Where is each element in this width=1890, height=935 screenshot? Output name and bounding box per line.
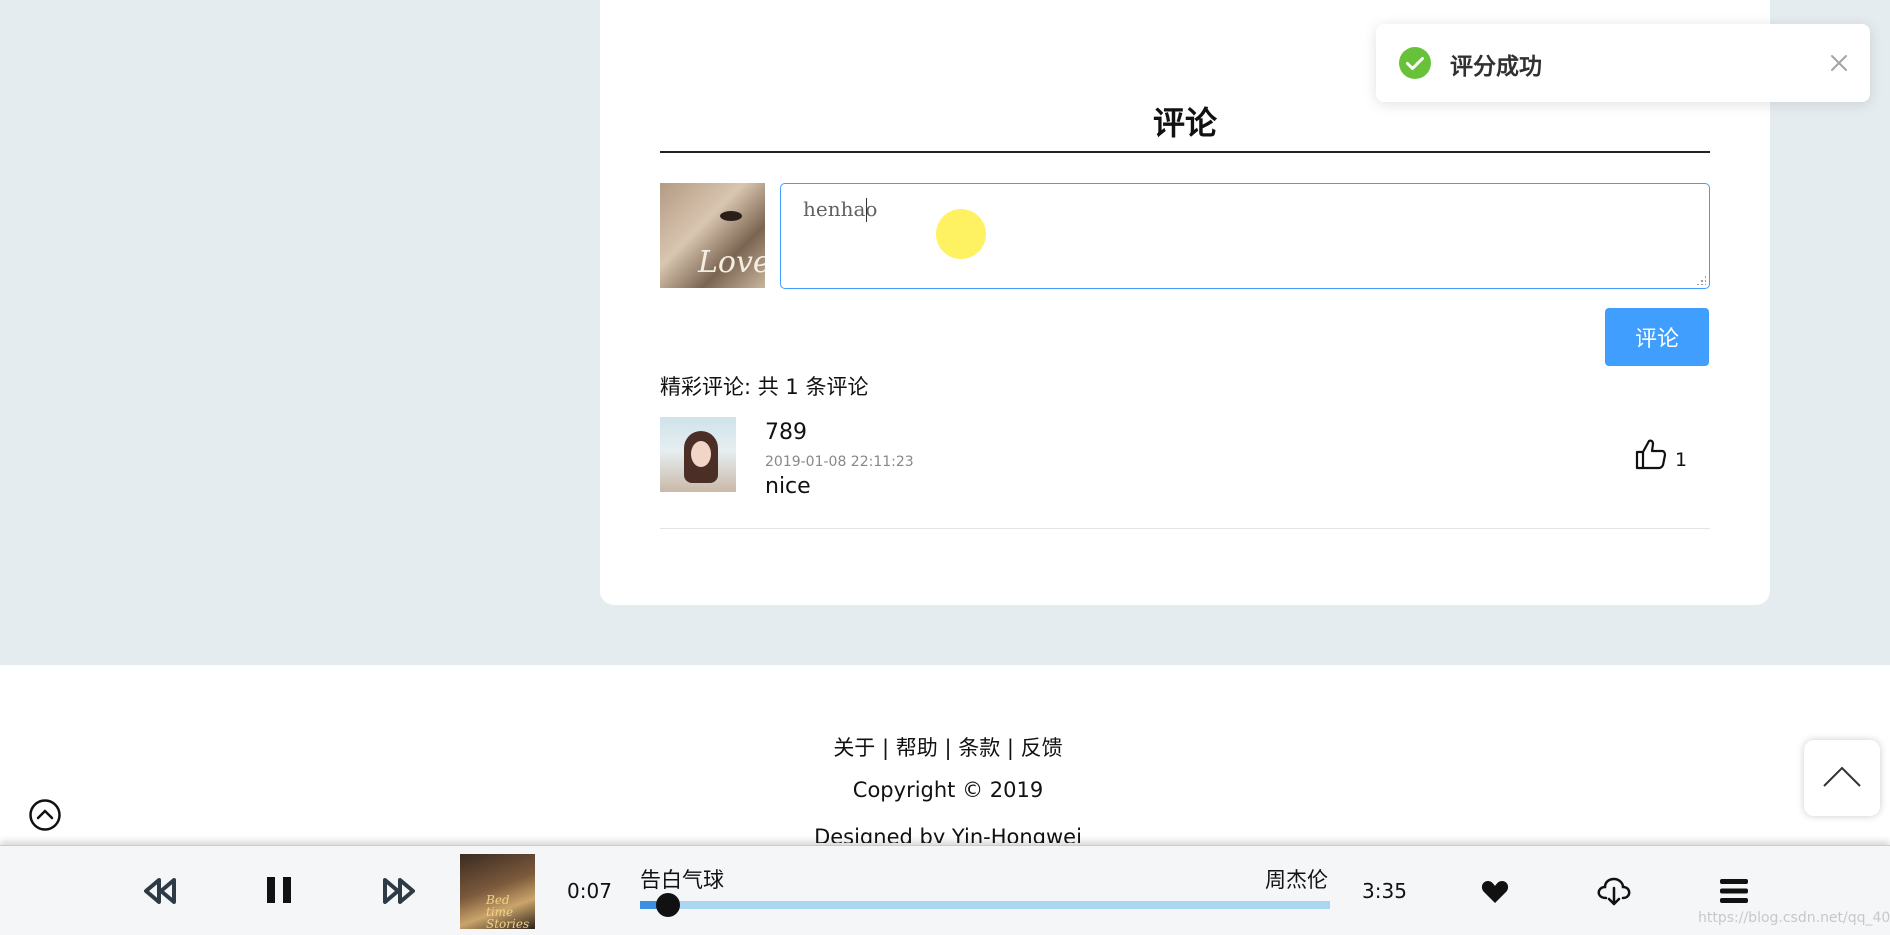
success-toast: 评分成功 xyxy=(1376,24,1870,102)
comment-text: nice xyxy=(765,474,811,499)
footer-separator: | xyxy=(1006,736,1014,760)
next-track-icon[interactable] xyxy=(381,876,417,906)
footer-link-feedback[interactable]: 反馈 xyxy=(1021,736,1063,760)
song-title: 告白气球 xyxy=(640,868,724,892)
mouse-cursor-highlight xyxy=(936,209,986,259)
comment-username: 789 xyxy=(765,420,807,445)
chevron-up-icon xyxy=(1823,766,1861,787)
thumbs-up-icon[interactable] xyxy=(1634,437,1668,471)
like-count: 1 xyxy=(1675,449,1688,471)
title-divider xyxy=(660,151,1710,153)
current-user-avatar: Love xyxy=(660,183,765,288)
watermark-text: https://blog.csdn.net/qq_40986783 xyxy=(1698,910,1890,926)
previous-track-icon[interactable] xyxy=(142,876,178,906)
comment-timestamp: 2019-01-08 22:11:23 xyxy=(765,454,914,470)
download-icon[interactable] xyxy=(1597,876,1631,906)
footer-separator: | xyxy=(944,736,952,760)
close-icon[interactable] xyxy=(1827,51,1851,75)
comment-input[interactable] xyxy=(780,183,1710,289)
footer-links: 关于 | 帮助 | 条款 | 反馈 xyxy=(0,732,1890,762)
music-player-bar: Bed time Stories 0:07 告白气球 周杰伦 3:35 http… xyxy=(0,845,1890,935)
copyright-text: Copyright © 2019 xyxy=(852,778,1044,802)
footer-link-help[interactable]: 帮助 xyxy=(896,736,938,760)
comment-section-title: 评论 xyxy=(1152,104,1217,142)
pause-icon[interactable] xyxy=(264,874,294,906)
progress-bar[interactable] xyxy=(640,893,1330,917)
text-caret xyxy=(866,198,867,222)
footer-link-terms[interactable]: 条款 xyxy=(958,736,1000,760)
footer-separator: | xyxy=(882,736,890,760)
comment-count: 精彩评论: 共 1 条评论 xyxy=(660,375,869,399)
toast-message: 评分成功 xyxy=(1450,54,1542,80)
comment-divider xyxy=(660,528,1710,529)
site-footer: 关于 | 帮助 | 条款 | 反馈 Copyright © 2019 Desig… xyxy=(0,665,1890,845)
current-time: 0:07 xyxy=(567,879,612,903)
footer-link-about[interactable]: 关于 xyxy=(833,736,875,760)
album-cover[interactable]: Bed time Stories xyxy=(460,854,535,929)
comment-avatar[interactable] xyxy=(660,417,736,492)
heart-icon[interactable] xyxy=(1481,880,1509,904)
progress-handle[interactable] xyxy=(655,893,680,917)
total-time: 3:35 xyxy=(1362,879,1407,903)
success-check-icon xyxy=(1399,47,1431,79)
playlist-menu-icon[interactable] xyxy=(1719,876,1749,906)
submit-comment-button[interactable]: 评论 xyxy=(1605,308,1709,366)
player-collapse-icon[interactable] xyxy=(28,798,62,832)
designed-by-text: Designed by Yin-Hongwei xyxy=(814,825,1082,843)
back-to-top-button[interactable] xyxy=(1804,740,1880,816)
artist-name: 周杰伦 xyxy=(1265,868,1328,892)
